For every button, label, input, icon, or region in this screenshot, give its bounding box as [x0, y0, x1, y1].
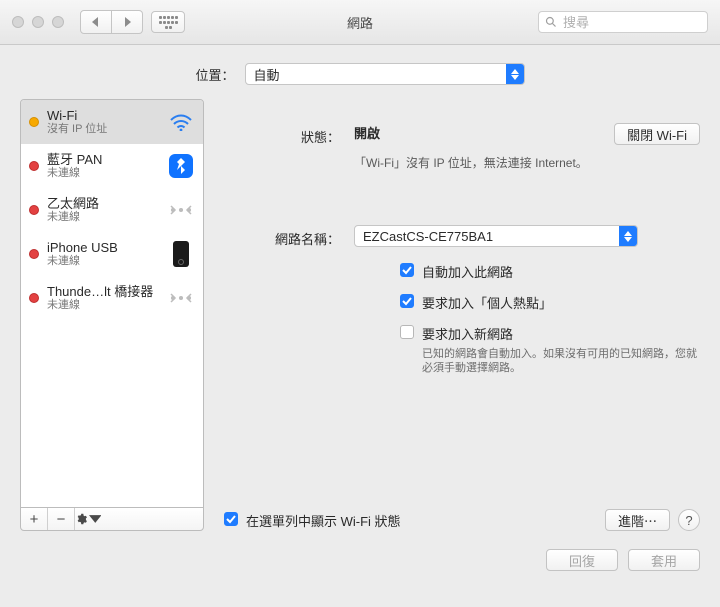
service-item-text: 乙太網路未連線	[47, 196, 159, 224]
network-name-label: 網路名稱：	[224, 225, 340, 248]
forward-button[interactable]	[112, 10, 143, 34]
service-item-2[interactable]: 乙太網路未連線	[21, 188, 203, 232]
show-in-menu-label: 在選單列中顯示 Wi-Fi 狀態	[246, 511, 401, 530]
chevron-left-icon	[91, 17, 101, 27]
status-dot-icon	[29, 205, 39, 215]
option-label: 要求加入「個人熱點」	[422, 293, 552, 312]
service-item-name: iPhone USB	[47, 240, 159, 255]
option-label: 要求加入新網路已知的網路會自動加入。如果沒有可用的已知網路，您就必須手動選擇網路…	[422, 324, 700, 375]
ethernet-icon	[167, 286, 195, 310]
location-label: 位置：	[195, 65, 234, 84]
wifi-options: 自動加入此網路要求加入「個人熱點」要求加入新網路已知的網路會自動加入。如果沒有可…	[400, 262, 700, 375]
detail-panel: 狀態： 開啟 「Wi-Fi」沒有 IP 位址，無法連接 Internet。 關閉…	[224, 99, 700, 531]
checkbox-icon	[400, 263, 414, 277]
service-item-text: 藍牙 PAN未連線	[47, 152, 159, 180]
nav-back-forward	[80, 10, 143, 34]
location-value: 自動	[246, 65, 506, 84]
turn-off-wifi-button[interactable]: 關閉 Wi-Fi	[614, 123, 700, 145]
back-button[interactable]	[80, 10, 112, 34]
option-check-2[interactable]: 要求加入新網路已知的網路會自動加入。如果沒有可用的已知網路，您就必須手動選擇網路…	[400, 324, 700, 375]
status-dot-icon	[29, 293, 39, 303]
traffic-minimize[interactable]	[32, 16, 44, 28]
add-service-button[interactable]: +	[21, 508, 48, 530]
service-item-4[interactable]: Thunde…lt 橋接器未連線	[21, 276, 203, 320]
updown-stepper-icon	[619, 226, 637, 246]
service-item-name: 乙太網路	[47, 196, 159, 211]
location-popup[interactable]: 自動	[245, 63, 525, 85]
service-list: Wi-Fi沒有 IP 位址藍牙 PAN未連線乙太網路未連線iPhone USB未…	[20, 99, 204, 508]
service-item-sub: 未連線	[47, 299, 159, 312]
network-name-value: EZCastCS-CE775BA1	[355, 229, 619, 244]
status-value: 開啟	[354, 123, 588, 142]
service-item-sub: 沒有 IP 位址	[47, 123, 159, 136]
status-detail: 「Wi-Fi」沒有 IP 位址，無法連接 Internet。	[354, 156, 588, 171]
window-controls	[0, 16, 64, 28]
service-item-text: iPhone USB未連線	[47, 240, 159, 268]
service-actions-button[interactable]	[75, 508, 101, 530]
show-all-button[interactable]	[151, 11, 185, 33]
traffic-close[interactable]	[12, 16, 24, 28]
checkbox-icon	[400, 294, 414, 308]
status-label: 狀態：	[224, 123, 340, 146]
apply-button[interactable]: 套用	[628, 549, 700, 571]
bluetooth-icon	[167, 154, 195, 178]
location-row: 位置： 自動	[0, 45, 720, 99]
service-list-toolbar: + −	[20, 507, 204, 531]
iphone-icon	[167, 242, 195, 266]
option-check-1[interactable]: 要求加入「個人熱點」	[400, 293, 700, 312]
service-sidebar: Wi-Fi沒有 IP 位址藍牙 PAN未連線乙太網路未連線iPhone USB未…	[20, 99, 204, 531]
service-item-text: Thunde…lt 橋接器未連線	[47, 284, 159, 312]
traffic-zoom[interactable]	[52, 16, 64, 28]
chevron-down-icon	[89, 512, 102, 526]
checkbox-icon	[400, 325, 414, 339]
service-item-3[interactable]: iPhone USB未連線	[21, 232, 203, 276]
wifi-icon	[167, 110, 195, 134]
checkbox-icon	[224, 512, 238, 526]
show-in-menu-check[interactable]: 在選單列中顯示 Wi-Fi 狀態	[224, 511, 401, 530]
service-item-name: Thunde…lt 橋接器	[47, 284, 159, 299]
service-item-sub: 未連線	[47, 167, 159, 180]
chevron-right-icon	[122, 17, 132, 27]
revert-button[interactable]: 回復	[546, 549, 618, 571]
service-item-text: Wi-Fi沒有 IP 位址	[47, 108, 159, 136]
status-dot-icon	[29, 117, 39, 127]
option-check-0[interactable]: 自動加入此網路	[400, 262, 700, 281]
help-button[interactable]: ?	[678, 509, 700, 531]
status-dot-icon	[29, 161, 39, 171]
service-item-name: Wi-Fi	[47, 108, 159, 123]
network-name-popup[interactable]: EZCastCS-CE775BA1	[354, 225, 638, 247]
service-item-0[interactable]: Wi-Fi沒有 IP 位址	[21, 100, 203, 144]
service-item-sub: 未連線	[47, 211, 159, 224]
updown-stepper-icon	[506, 64, 524, 84]
gear-icon	[75, 512, 88, 526]
titlebar: 網路	[0, 0, 720, 45]
search-icon	[545, 16, 557, 28]
search-input[interactable]	[561, 14, 701, 31]
service-item-sub: 未連線	[47, 255, 159, 268]
ethernet-icon	[167, 198, 195, 222]
service-item-1[interactable]: 藍牙 PAN未連線	[21, 144, 203, 188]
option-label: 自動加入此網路	[422, 262, 513, 281]
search-field[interactable]	[538, 11, 708, 33]
option-help: 已知的網路會自動加入。如果沒有可用的已知網路，您就必須手動選擇網路。	[422, 347, 700, 375]
advanced-button[interactable]: 進階⋯	[605, 509, 670, 531]
remove-service-button[interactable]: −	[48, 508, 75, 530]
footer: 回復 套用	[0, 531, 720, 571]
service-item-name: 藍牙 PAN	[47, 152, 159, 167]
status-dot-icon	[29, 249, 39, 259]
